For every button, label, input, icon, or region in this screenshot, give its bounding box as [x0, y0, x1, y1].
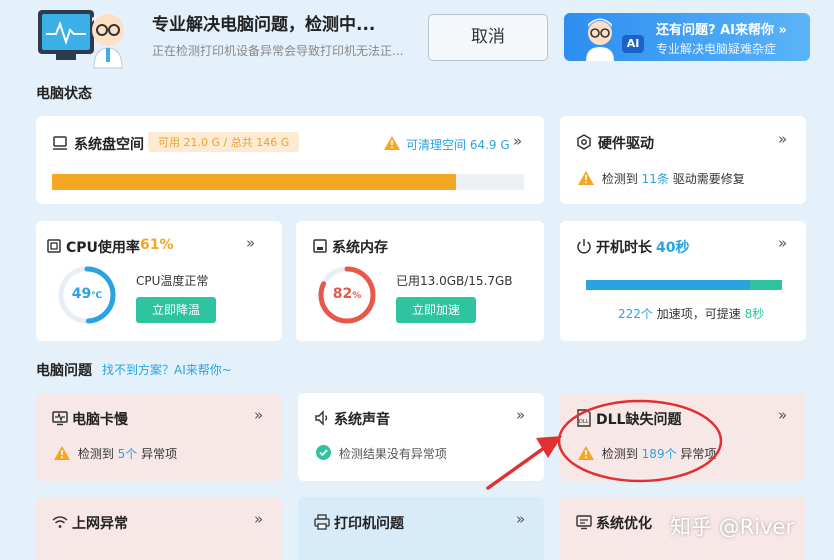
- memory-percent-unit: %: [352, 291, 362, 301]
- section-title-problems: 电脑问题: [36, 363, 92, 379]
- dll-file-icon: DLL: [576, 409, 592, 431]
- boot-progress-bar: [586, 280, 782, 290]
- problem-chevron-icon[interactable]: »: [516, 406, 525, 424]
- disk-space-card[interactable]: 系统盘空间 可用 21.0 G / 总共 146 G 可清理空间 64.9 G …: [36, 116, 544, 204]
- memory-note: 已用13.0GB/15.7GB: [396, 274, 513, 288]
- boot-items-label: 加速项，可提速: [656, 307, 741, 321]
- problem-title: 打印机问题: [334, 516, 404, 532]
- problem-card-printer[interactable]: 打印机问题 »: [298, 497, 544, 560]
- problem-chevron-icon[interactable]: »: [516, 510, 525, 528]
- warning-icon: [384, 136, 400, 154]
- monitor-pulse-icon: [52, 410, 68, 430]
- warning-icon: [54, 446, 70, 463]
- speaker-icon: [314, 410, 330, 430]
- cpu-title: CPU使用率: [66, 240, 140, 256]
- cool-down-button[interactable]: 立即降温: [136, 297, 216, 323]
- problem-prefix: 检测到: [77, 447, 114, 461]
- disk-icon: [52, 135, 68, 155]
- header: 专业解决电脑问题，检测中... 正在检测打印机设备异常会导致打印机无法正... …: [0, 0, 834, 78]
- memory-title: 系统内存: [332, 240, 388, 256]
- printer-icon: [314, 514, 330, 534]
- cpu-temp-note: CPU温度正常: [136, 274, 209, 288]
- boot-save-time: 8秒: [744, 307, 765, 321]
- problem-card-sound[interactable]: 系统声音 » 检测结果没有异常项: [298, 393, 544, 481]
- problem-title: 电脑卡慢: [72, 412, 128, 428]
- hardware-driver-card[interactable]: 硬件驱动 » 检测到 11条 驱动需要修复: [560, 116, 806, 204]
- section-title-status: 电脑状态: [36, 86, 92, 102]
- problem-detail: 检测到 5个 异常项: [54, 445, 177, 463]
- problem-title: 系统优化: [596, 516, 652, 532]
- problem-suffix: 异常项: [141, 447, 178, 461]
- problem-card-network[interactable]: 上网异常 »: [36, 497, 282, 560]
- problem-card-lag[interactable]: 电脑卡慢 » 检测到 5个 异常项: [36, 393, 282, 481]
- problem-count: 189个: [641, 447, 677, 461]
- disk-chevron-icon[interactable]: »: [513, 132, 522, 150]
- warning-icon: [578, 171, 594, 188]
- ai-doctor-icon: [580, 15, 620, 61]
- disk-title: 系统盘空间: [74, 137, 144, 153]
- boot-chevron-icon[interactable]: »: [778, 234, 787, 252]
- speed-up-button[interactable]: 立即加速: [396, 297, 476, 323]
- memory-card[interactable]: 系统内存 82% 已用13.0GB/15.7GB 立即加速: [296, 221, 544, 341]
- problem-ok-text: 检测结果没有异常项: [338, 447, 447, 461]
- cpu-usage-card[interactable]: CPU使用率 61% » 49℃ CPU温度正常 立即降温: [36, 221, 282, 341]
- ai-banner-title: 还有问题? AI来帮你 »: [656, 23, 787, 38]
- problem-suffix: 异常项: [680, 447, 717, 461]
- disk-usage-bar: [52, 174, 524, 190]
- boot-time-card[interactable]: 开机时长 40秒 » 222个 加速项，可提速 8秒: [560, 221, 806, 341]
- memory-icon: [312, 238, 328, 258]
- cpu-icon: [46, 238, 62, 258]
- hexagon-gear-icon: [576, 134, 592, 154]
- boot-progress-blue: [586, 280, 750, 290]
- driver-suffix: 驱动需要修复: [672, 172, 745, 186]
- boot-items-count: 222个: [618, 307, 653, 321]
- disk-usage-badge: 可用 21.0 G / 总共 146 G: [148, 132, 300, 152]
- boot-title: 开机时长: [596, 240, 652, 256]
- driver-prefix: 检测到: [601, 172, 638, 186]
- power-icon: [576, 238, 592, 258]
- cpu-temp-value: 49: [71, 286, 92, 302]
- driver-title: 硬件驱动: [598, 136, 654, 152]
- monitor-settings-icon: [576, 514, 592, 534]
- problem-title: DLL缺失问题: [596, 412, 682, 428]
- cpu-usage-value: 61%: [140, 237, 174, 253]
- cpu-chevron-icon[interactable]: »: [246, 234, 255, 252]
- problem-card-dll[interactable]: DLL DLL缺失问题 » 检测到 189个 异常项: [560, 393, 806, 481]
- problem-count: 5个: [117, 447, 138, 461]
- cpu-temp-unit: ℃: [91, 291, 103, 301]
- problem-title: 系统声音: [334, 412, 390, 428]
- cpu-temperature-gauge: 49℃: [58, 266, 116, 324]
- doctor-monitor-illustration: [36, 6, 136, 70]
- ai-help-link[interactable]: 找不到方案？AI来帮你~: [102, 361, 232, 378]
- memory-percent-value: 82: [332, 286, 353, 302]
- problem-detail: 检测到 189个 异常项: [578, 445, 716, 463]
- cleanable-space-link[interactable]: 可清理空间 64.9 G: [406, 136, 510, 153]
- memory-usage-gauge: 82%: [318, 266, 376, 324]
- boot-progress-green: [749, 280, 782, 290]
- svg-text:DLL: DLL: [579, 419, 589, 425]
- problem-title: 上网异常: [72, 516, 128, 532]
- wifi-icon: [52, 514, 68, 534]
- boot-detail: 222个 加速项，可提速 8秒: [618, 305, 764, 322]
- scan-title: 专业解决电脑问题，检测中...: [152, 15, 376, 35]
- problem-prefix: 检测到: [601, 447, 638, 461]
- problem-chevron-icon[interactable]: »: [254, 510, 263, 528]
- driver-chevron-icon[interactable]: »: [778, 130, 787, 148]
- cancel-button[interactable]: 取消: [428, 14, 548, 61]
- ai-banner-subtitle: 专业解决电脑疑难杂症: [656, 42, 777, 56]
- problem-chevron-icon[interactable]: »: [778, 406, 787, 424]
- boot-time-value: 40秒: [656, 240, 690, 256]
- watermark-text: 知乎 @River: [670, 515, 795, 539]
- warning-icon: [578, 446, 594, 463]
- driver-detail: 检测到 11条 驱动需要修复: [578, 170, 745, 188]
- driver-count: 11条: [641, 172, 669, 186]
- ai-help-banner[interactable]: AI 还有问题? AI来帮你 » 专业解决电脑疑难杂症: [564, 13, 810, 61]
- problem-detail: 检测结果没有异常项: [316, 445, 447, 463]
- ai-badge: AI: [622, 35, 644, 53]
- disk-usage-fill: [52, 174, 457, 190]
- scan-subtitle: 正在检测打印机设备异常会导致打印机无法正...: [152, 44, 404, 58]
- check-circle-icon: [316, 445, 331, 463]
- problem-chevron-icon[interactable]: »: [254, 406, 263, 424]
